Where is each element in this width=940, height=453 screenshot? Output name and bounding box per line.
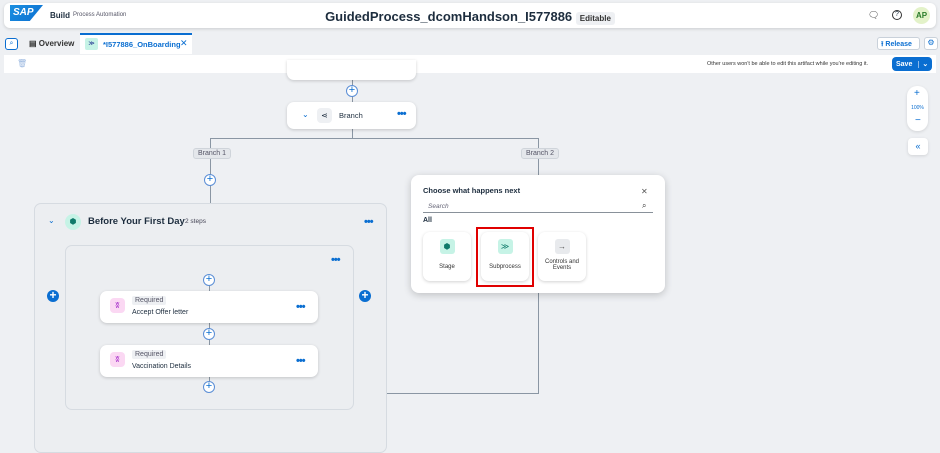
branch-label: Branch	[339, 111, 363, 120]
overview-icon: ▤	[29, 39, 37, 48]
required-badge: Required	[132, 296, 167, 305]
save-button[interactable]: Save ⌄	[892, 57, 932, 71]
help-icon[interactable]: ?	[892, 10, 902, 20]
branch-icon: ⋖	[317, 108, 332, 123]
stage-step-count: 2 steps	[185, 218, 206, 225]
edit-lock-notice: Other users won't be able to edit this a…	[707, 61, 869, 67]
search-icon: ⌕	[642, 201, 647, 210]
add-before-icon[interactable]: +	[47, 289, 59, 302]
add-step-icon[interactable]: +	[204, 174, 216, 186]
required-badge: Required	[132, 350, 167, 359]
branch-1-label[interactable]: Branch 1	[193, 148, 232, 159]
zoom-control: + 100% −	[907, 86, 928, 131]
more-options-icon[interactable]: •••	[331, 254, 341, 266]
release-button[interactable]: ⭱ Release	[877, 37, 920, 50]
more-options-icon[interactable]: •••	[364, 216, 374, 228]
subprocess-icon: ≫	[85, 38, 98, 50]
feedback-icon[interactable]: 🗨	[868, 10, 879, 21]
option-label: Stage	[439, 264, 455, 270]
save-dropdown-chevron-icon[interactable]: ⌄	[918, 61, 929, 68]
add-step-icon[interactable]: +	[203, 274, 215, 286]
tab-onboarding[interactable]: ≫ *I577886_OnBoarding ✕	[80, 33, 192, 54]
close-tab-icon[interactable]: ✕	[180, 38, 188, 49]
step-label: Accept Offer letter	[132, 309, 189, 316]
step-card[interactable]: ʬ Required Vaccination Details •••	[100, 345, 318, 377]
connector	[352, 129, 353, 138]
subprocess-icon: ≫	[497, 239, 513, 254]
option-stage[interactable]: ⬢ Stage	[423, 232, 471, 281]
search-input[interactable]: Search ⌕	[423, 201, 653, 213]
stage-icon: ⬢	[439, 239, 455, 254]
option-label: Controls and Events	[544, 259, 580, 271]
zoom-in-button[interactable]: +	[914, 88, 920, 99]
option-controls-events[interactable]: → Controls and Events	[538, 232, 586, 281]
next-step-popover: Choose what happens next ✕ Search ⌕ All …	[411, 175, 665, 293]
add-step-icon[interactable]: +	[203, 328, 215, 340]
search-artifact-icon[interactable]: ⌕	[5, 38, 18, 50]
more-options-icon[interactable]: •••	[397, 108, 407, 120]
zoom-out-button[interactable]: −	[915, 115, 921, 126]
release-label: Release	[885, 41, 912, 48]
save-label: Save	[896, 61, 913, 68]
section-label: All	[423, 217, 432, 224]
page-title: GuidedProcess_dcomHandson_I577886 Editab…	[0, 9, 940, 25]
connector	[210, 138, 539, 139]
step-label: Vaccination Details	[132, 363, 192, 370]
option-subprocess[interactable]: ≫ Subprocess	[481, 232, 529, 281]
upload-icon: ⭱	[881, 41, 884, 48]
form-icon: ʬ	[110, 352, 125, 367]
popover-title: Choose what happens next	[423, 186, 521, 195]
branch-2-label[interactable]: Branch 2	[521, 148, 560, 159]
delete-trash-icon[interactable]: 🗑	[17, 59, 27, 68]
more-options-icon[interactable]: •••	[296, 355, 306, 367]
add-step-icon[interactable]: +	[346, 85, 358, 97]
avatar[interactable]: AP	[913, 7, 930, 24]
stage-title: Before Your First Day	[88, 216, 185, 227]
search-placeholder: Search	[428, 203, 449, 210]
add-step-icon[interactable]: +	[203, 381, 215, 393]
step-card[interactable]: ʬ Required Accept Offer letter •••	[100, 291, 318, 323]
chevron-down-icon[interactable]: ⌄	[48, 216, 55, 225]
branch-node[interactable]: ⌄ ⋖ Branch •••	[287, 102, 416, 129]
close-icon[interactable]: ✕	[641, 187, 648, 196]
collapse-panel-icon[interactable]: «	[908, 138, 928, 155]
process-title: GuidedProcess_dcomHandson_I577886	[325, 9, 573, 24]
form-icon: ʬ	[110, 298, 125, 313]
arrow-right-icon: →	[554, 239, 570, 254]
previous-node[interactable]	[287, 60, 416, 80]
tab-label: Overview	[38, 39, 75, 48]
zoom-level[interactable]: 100%	[907, 105, 928, 111]
settings-gear-icon[interactable]: ⚙	[924, 37, 938, 50]
stage-icon: ⬢	[65, 214, 81, 230]
more-options-icon[interactable]: •••	[296, 301, 306, 313]
chevron-down-icon[interactable]: ⌄	[302, 110, 309, 119]
tab-label: *I577886_OnBoarding	[103, 40, 181, 49]
add-after-icon[interactable]: +	[359, 289, 371, 302]
status-badge: Editable	[575, 12, 615, 25]
option-label: Subprocess	[489, 264, 521, 270]
tab-overview[interactable]: ▤ Overview	[29, 39, 74, 48]
